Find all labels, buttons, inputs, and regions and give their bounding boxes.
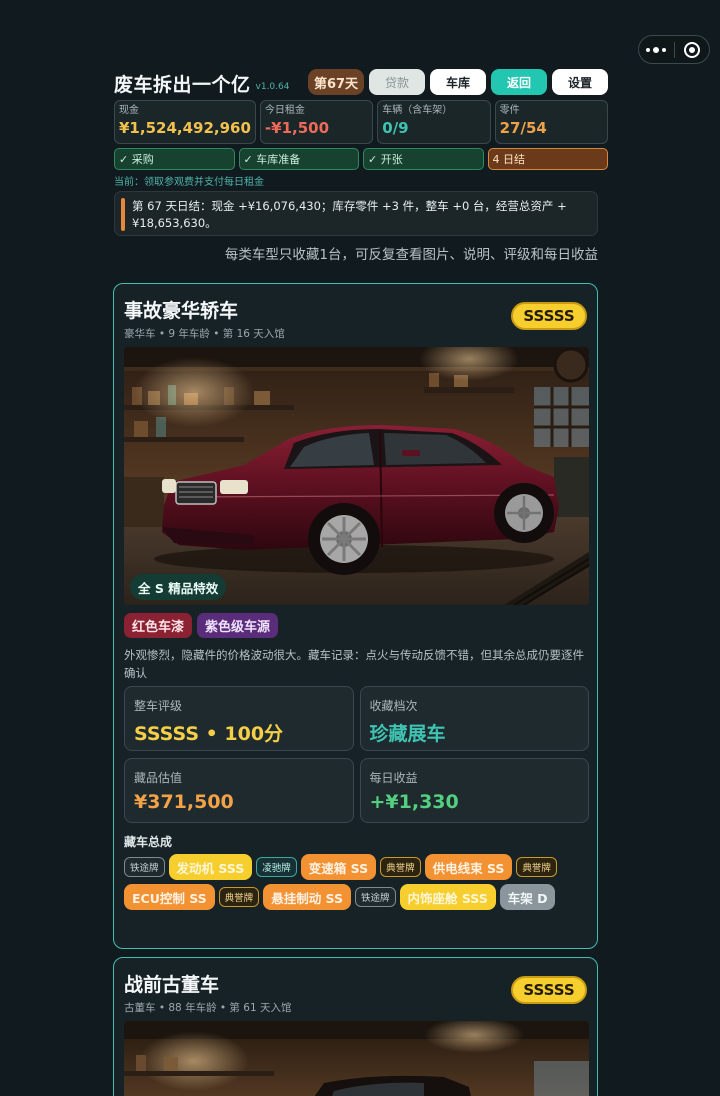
- part-chip[interactable]: 变速箱 SS: [300, 854, 377, 880]
- header-actions: 第67天 贷款 车库 返回 设置: [308, 69, 608, 95]
- car-card[interactable]: 战前古董车 古董车 • 88 年车龄 • 第 61 天入馆 SSSSS: [113, 957, 598, 1096]
- part-chip[interactable]: 供电线束 SS: [424, 854, 513, 880]
- phase-garage-prep: ✓ 车库准备: [238, 148, 359, 170]
- sedan-illustration: [124, 347, 589, 605]
- phase-purchase: ✓ 采购: [114, 148, 235, 170]
- part-chip[interactable]: ECU控制 SS: [124, 884, 215, 910]
- metric-valuation: 藏品估值 ¥371,500: [124, 758, 354, 823]
- stats-row: 现金 ¥1,524,492,960 今日租金 -¥1,500 车辆（含车架） 0…: [114, 100, 608, 144]
- brand-label: 典誉牌: [516, 857, 557, 877]
- source-tag: 紫色级车源: [197, 613, 279, 638]
- app-header: 废车拆出一个亿 v1.0.64 第67天 贷款 车库 返回 设置: [114, 68, 608, 98]
- back-button[interactable]: 返回: [491, 69, 547, 95]
- stat-rent: 今日租金 -¥1,500: [259, 100, 374, 144]
- current-step: 当前：领取参观费并支付每日租金: [114, 177, 264, 188]
- grade-badge: SSSSS: [511, 976, 587, 1004]
- metric-label: 每日收益: [369, 771, 418, 785]
- car-photo[interactable]: [124, 1021, 589, 1096]
- phase-open: ✓ 开张: [363, 148, 484, 170]
- paint-tag: 红色车漆: [124, 613, 193, 638]
- stat-value: 27/54: [499, 119, 547, 137]
- stat-label: 现金: [119, 105, 139, 116]
- more-button[interactable]: [639, 36, 674, 63]
- metric-label: 整车评级: [134, 699, 183, 713]
- part-chip[interactable]: 发动机 SSS: [168, 854, 253, 880]
- stat-label: 零件: [499, 105, 520, 116]
- brand-label: 铁途牌: [124, 857, 165, 877]
- stat-parts: 零件 27/54: [494, 100, 608, 144]
- stat-value: 0/9: [382, 119, 409, 137]
- brand-label: 铁途牌: [354, 887, 396, 907]
- brand-label: 凌驰牌: [256, 857, 297, 877]
- stat-cash: 现金 ¥1,524,492,960: [114, 100, 256, 144]
- metric-label: 藏品估值: [134, 771, 183, 785]
- metric-value: +¥1,330: [369, 791, 459, 813]
- collection-hint: 每类车型只收藏1台，可反复查看图片、说明、评级和每日收益: [224, 247, 598, 263]
- more-dots-icon: [646, 46, 667, 53]
- close-miniprogram-button[interactable]: [674, 36, 709, 63]
- target-close-icon: [683, 41, 700, 58]
- daily-log: 第 67 天日结：现金 +¥16,076,430；库存零件 +3 件，整车 +0…: [114, 191, 598, 236]
- antique-car-illustration: [124, 1021, 589, 1096]
- loan-button[interactable]: 贷款: [369, 69, 425, 95]
- effect-badge: 全 S 精品特效: [130, 574, 227, 600]
- metric-value: SSSSS • 100分: [134, 723, 284, 745]
- stat-label: 车辆（含车架）: [382, 105, 453, 116]
- car-title: 战前古董车: [124, 974, 220, 996]
- metric-value: 珍藏展车: [369, 723, 446, 745]
- phase-steps: ✓ 采购 ✓ 车库准备 ✓ 开张 4 日结: [114, 148, 608, 170]
- day-badge: 第67天: [308, 69, 364, 95]
- car-metrics: 整车评级 SSSSS • 100分 收藏档次 珍藏展车 藏品估值 ¥371,50…: [124, 686, 589, 823]
- car-description: 外观惨烈，隐藏件的价格波动很大。藏车记录：点火与传动反馈不错，但其余总成仍要逐件…: [124, 648, 584, 680]
- garage-button[interactable]: 车库: [430, 69, 486, 95]
- brand-label: 典誉牌: [218, 887, 260, 907]
- settings-button[interactable]: 设置: [552, 69, 608, 95]
- metric-rating: 整车评级 SSSSS • 100分: [124, 686, 354, 751]
- stat-value: -¥1,500: [264, 119, 330, 137]
- part-chip[interactable]: 悬挂制动 SS: [263, 884, 351, 910]
- stat-label: 今日租金: [264, 105, 305, 116]
- phase-settlement: 4 日结: [487, 148, 608, 170]
- car-title: 事故豪华轿车: [124, 300, 239, 322]
- stat-value: ¥1,524,492,960: [119, 119, 251, 137]
- metric-tier: 收藏档次 珍藏展车: [359, 686, 589, 751]
- car-photo[interactable]: [124, 347, 589, 605]
- part-chip[interactable]: 内饰座舱 SSS: [399, 884, 496, 910]
- car-subtitle: 豪华车 • 9 年车龄 • 第 16 天入馆: [124, 328, 285, 340]
- car-tags: 红色车漆 紫色级车源: [124, 613, 279, 638]
- metric-label: 收藏档次: [369, 699, 418, 713]
- grade-badge: SSSSS: [511, 302, 587, 330]
- version-label: v1.0.64: [255, 82, 290, 92]
- metric-daily-income: 每日收益 +¥1,330: [359, 758, 589, 823]
- app-title: 废车拆出一个亿: [114, 73, 251, 96]
- part-chip[interactable]: 车架 D: [499, 884, 556, 910]
- parts-list: 铁途牌 发动机 SSS 凌驰牌 变速箱 SS 典誉牌 供电线束 SS 典誉牌 E…: [124, 854, 594, 910]
- stat-vehicles: 车辆（含车架） 0/9: [377, 100, 491, 144]
- car-subtitle: 古董车 • 88 年车龄 • 第 61 天入馆: [124, 1002, 292, 1014]
- parts-title: 藏车总成: [124, 835, 173, 849]
- metric-value: ¥371,500: [134, 791, 234, 813]
- miniprogram-capsule: [638, 35, 710, 64]
- car-card[interactable]: 事故豪华轿车 豪华车 • 9 年车龄 • 第 16 天入馆 SSSSS 全 S …: [113, 283, 598, 949]
- brand-label: 典誉牌: [380, 857, 421, 877]
